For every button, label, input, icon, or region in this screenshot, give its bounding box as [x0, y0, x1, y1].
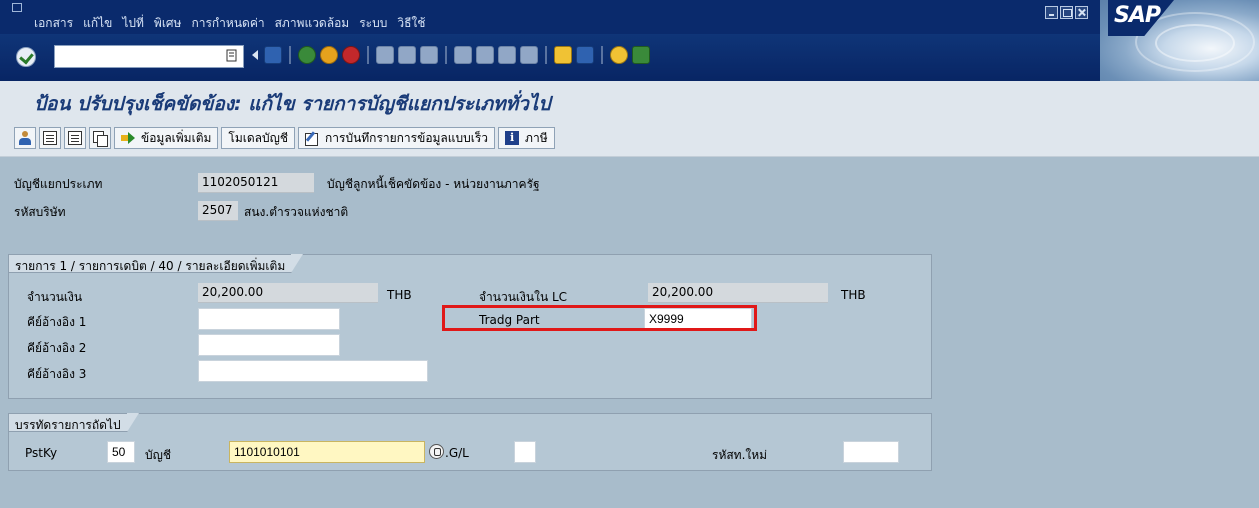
- special-gl-label: .G/L: [445, 446, 469, 460]
- last-page-icon[interactable]: [520, 46, 538, 64]
- account-model-label: โมเดลบัญชี: [228, 130, 288, 145]
- company-code-value: 2507: [198, 201, 238, 221]
- menu-system[interactable]: ระบบ: [354, 14, 392, 33]
- save-icon[interactable]: [264, 46, 282, 64]
- maximize-icon[interactable]: [1060, 6, 1073, 19]
- exit-icon[interactable]: [320, 46, 338, 64]
- toolbar-icons: [250, 46, 650, 64]
- toolbar-separator: [367, 46, 369, 64]
- highlight-box: [442, 305, 757, 331]
- taxes-button[interactable]: i ภาษี: [498, 127, 555, 149]
- account-label: บัญชี: [145, 448, 171, 462]
- amount-lc-currency: THB: [841, 288, 866, 302]
- posting-key-field[interactable]: [107, 441, 135, 463]
- find-icon[interactable]: [398, 46, 416, 64]
- amount-lc-value: 20,200.00: [648, 283, 828, 303]
- sap-logo-area: SAP: [1100, 0, 1259, 81]
- main-content: บัญชีแยกประเภท 1102050121 บัญชีลูกหนี้เช…: [0, 157, 1259, 508]
- menu-document[interactable]: เอกสาร: [34, 14, 78, 33]
- page-title: ป้อน ปรับปรุงเช็คขัดข้อง: แก้ไข รายการบั…: [34, 93, 551, 115]
- sap-logo-text: SAP: [1114, 3, 1161, 28]
- document-list-icon: [68, 131, 82, 145]
- back-arrow-icon[interactable]: [250, 46, 260, 64]
- toolbar-separator: [289, 46, 291, 64]
- toolbar-separator: [545, 46, 547, 64]
- display-user-button[interactable]: [14, 127, 36, 149]
- copy-button[interactable]: [89, 127, 111, 149]
- new-company-code-field[interactable]: [843, 441, 899, 463]
- arrow-right-icon: [121, 131, 135, 145]
- reference-key-2-field[interactable]: [198, 334, 340, 356]
- window-controls: [1045, 6, 1088, 19]
- taxes-label: ภาษี: [525, 130, 548, 145]
- toolbar-separator: [445, 46, 447, 64]
- wave-decoration: [1155, 24, 1235, 62]
- window-menu-icon[interactable]: [12, 3, 22, 12]
- reference-key-3-field[interactable]: [198, 360, 428, 382]
- posting-key-label: PstKy: [25, 446, 58, 460]
- reference-key-2-label: คีย์อ้างอิง 2: [27, 341, 87, 355]
- close-icon[interactable]: [1075, 6, 1088, 19]
- gl-account-value: 1102050121: [198, 173, 314, 193]
- first-page-icon[interactable]: [454, 46, 472, 64]
- amount-currency: THB: [387, 288, 412, 302]
- new-company-code-label: รหัสท.ใหม่: [712, 448, 768, 462]
- additional-data-label: ข้อมูลเพิ่มเติม: [141, 130, 212, 145]
- reference-key-1-field[interactable]: [198, 308, 340, 330]
- toolbar-separator: [601, 46, 603, 64]
- fast-data-entry-button[interactable]: การบันทึกรายการข้อมูลแบบเร็ว: [298, 127, 496, 149]
- menu-extras[interactable]: พิเศษ: [149, 14, 187, 33]
- simulate-button[interactable]: [64, 127, 86, 149]
- menu-goto[interactable]: ไปที่: [117, 14, 149, 33]
- enter-check-icon[interactable]: [16, 47, 36, 67]
- account-field[interactable]: [229, 441, 425, 463]
- next-line-item-group: บรรทัดรายการถัดไป PstKy บัญชี .G/L รหัสท…: [8, 413, 932, 471]
- gl-account-text: บัญชีลูกหนี้เช็คขัดข้อง - หน่วยงานภาครัฐ: [327, 177, 540, 191]
- additional-data-button[interactable]: ข้อมูลเพิ่มเติม: [114, 127, 219, 149]
- menu-environment[interactable]: สภาพแวดล้อม: [270, 14, 355, 33]
- document-icon: [43, 131, 57, 145]
- next-line-group-title: บรรทัดรายการถัดไป: [8, 413, 139, 432]
- minimize-icon[interactable]: [1045, 6, 1058, 19]
- print-icon[interactable]: [376, 46, 394, 64]
- menu-help[interactable]: วิธีใช้: [392, 14, 430, 33]
- item-group-title: รายการ 1 / รายการเดบิต / 40 / รายละเอียด…: [8, 254, 304, 273]
- company-code-text: สนง.ตำรวจแห่งชาติ: [244, 205, 349, 219]
- cancel-icon[interactable]: [342, 46, 360, 64]
- back-icon[interactable]: [298, 46, 316, 64]
- amount-label: จำนวนเงิน: [27, 290, 83, 304]
- menu-bar: เอกสาร แก้ไข ไปที่ พิเศษ การกำหนดค่า สภา…: [34, 14, 430, 33]
- copy-icon: [93, 131, 108, 147]
- document-overview-button[interactable]: [39, 127, 61, 149]
- shortcut-icon[interactable]: [576, 46, 594, 64]
- command-history-icon[interactable]: [226, 49, 238, 63]
- layout-menu-icon[interactable]: [632, 46, 650, 64]
- fast-entry-icon: [305, 131, 319, 146]
- standard-toolbar: [0, 34, 1100, 81]
- company-code-label: รหัสบริษัท: [14, 205, 66, 219]
- reference-key-3-label: คีย์อ้างอิง 3: [27, 367, 87, 381]
- application-toolbar: ข้อมูลเพิ่มเติม โมเดลบัญชี การบันทึกรายก…: [0, 121, 1259, 157]
- find-next-icon[interactable]: [420, 46, 438, 64]
- reference-key-1-label: คีย์อ้างอิง 1: [27, 315, 87, 329]
- gl-account-label: บัญชีแยกประเภท: [14, 177, 103, 191]
- amount-value: 20,200.00: [198, 283, 378, 303]
- title-bar: เอกสาร แก้ไข ไปที่ พิเศษ การกำหนดค่า สภา…: [0, 0, 1259, 34]
- person-icon: [18, 131, 32, 145]
- special-gl-field[interactable]: [514, 441, 536, 463]
- command-field[interactable]: [54, 45, 244, 68]
- new-session-icon[interactable]: [554, 46, 572, 64]
- next-page-icon[interactable]: [498, 46, 516, 64]
- previous-page-icon[interactable]: [476, 46, 494, 64]
- fast-data-entry-label: การบันทึกรายการข้อมูลแบบเร็ว: [325, 130, 489, 145]
- menu-edit[interactable]: แก้ไข: [78, 14, 117, 33]
- screen-title-bar: ป้อน ปรับปรุงเช็คขัดข้อง: แก้ไข รายการบั…: [0, 81, 1259, 121]
- menu-settings[interactable]: การกำหนดค่า: [186, 14, 269, 33]
- account-model-button[interactable]: โมเดลบัญชี: [221, 127, 295, 149]
- search-help-icon[interactable]: [429, 444, 444, 459]
- info-icon: i: [505, 131, 520, 145]
- help-icon[interactable]: [610, 46, 628, 64]
